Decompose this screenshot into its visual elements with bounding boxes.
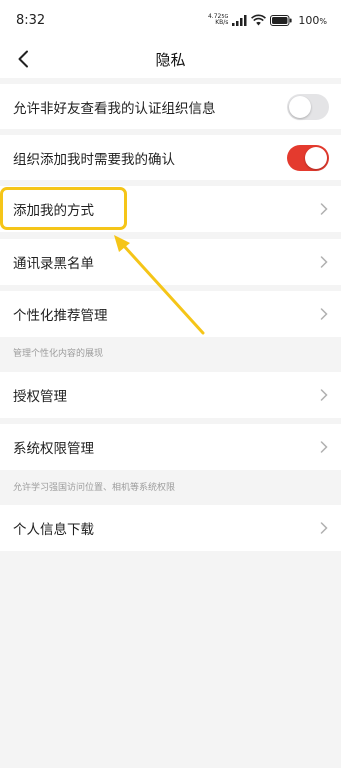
navigation-bar: 隐私 — [0, 40, 341, 78]
back-button[interactable] — [10, 46, 36, 72]
setting-label: 组织添加我时需要我的确认 — [13, 151, 175, 168]
chevron-right-icon — [319, 521, 329, 535]
setting-personalized-recommend[interactable]: 个性化推荐管理 — [0, 291, 341, 337]
allow-non-friend-view-toggle[interactable] — [287, 93, 329, 120]
setting-system-permissions[interactable]: 系统权限管理 — [0, 424, 341, 470]
setting-contacts-blacklist[interactable]: 通讯录黑名单 — [0, 239, 341, 285]
setting-label: 允许非好友查看我的认证组织信息 — [13, 100, 216, 117]
setting-label: 授权管理 — [13, 389, 67, 405]
chevron-right-icon — [319, 388, 329, 402]
toggle-knob — [289, 95, 311, 118]
battery-percentage: 100% — [298, 13, 327, 27]
setting-label: 个人信息下载 — [13, 522, 94, 538]
page-title: 隐私 — [155, 50, 186, 69]
system-permissions-hint: 允许学习强国访问位置、相机等系统权限 — [13, 483, 176, 493]
cellular-signal-icon — [232, 14, 247, 26]
status-bar: 8:32 4.725G KB/s 100% — [0, 0, 341, 40]
wifi-icon — [251, 14, 267, 26]
setting-authorization[interactable]: 授权管理 — [0, 372, 341, 418]
setting-label: 个性化推荐管理 — [13, 308, 108, 324]
toggle-knob — [305, 146, 327, 169]
network-speed-unit: KB/s — [215, 19, 229, 26]
chevron-right-icon — [319, 440, 329, 454]
setting-label: 通讯录黑名单 — [13, 256, 94, 272]
setting-label: 系统权限管理 — [13, 441, 94, 457]
chevron-left-icon — [18, 50, 28, 68]
setting-personal-info-download[interactable]: 个人信息下载 — [0, 505, 341, 551]
battery-icon — [270, 14, 292, 26]
privacy-settings-screen: 8:32 4.725G KB/s 100% 隐私 允许非好友查看我的认证组织信息… — [0, 0, 341, 768]
setting-org-add-confirm: 组织添加我时需要我的确认 — [0, 135, 341, 180]
chevron-right-icon — [319, 307, 329, 321]
status-time: 8:32 — [16, 12, 46, 28]
org-add-confirm-toggle[interactable] — [287, 144, 329, 171]
setting-add-me-methods[interactable]: 添加我的方式 — [0, 186, 341, 232]
personalized-recommend-hint: 管理个性化内容的展现 — [13, 349, 104, 359]
network-speed: 4.725G KB/s — [208, 14, 228, 26]
chevron-right-icon — [319, 202, 329, 216]
setting-allow-non-friend-view: 允许非好友查看我的认证组织信息 — [0, 84, 341, 129]
chevron-right-icon — [319, 255, 329, 269]
status-icons: 4.725G KB/s 100% — [208, 14, 327, 27]
setting-label: 添加我的方式 — [13, 203, 94, 219]
